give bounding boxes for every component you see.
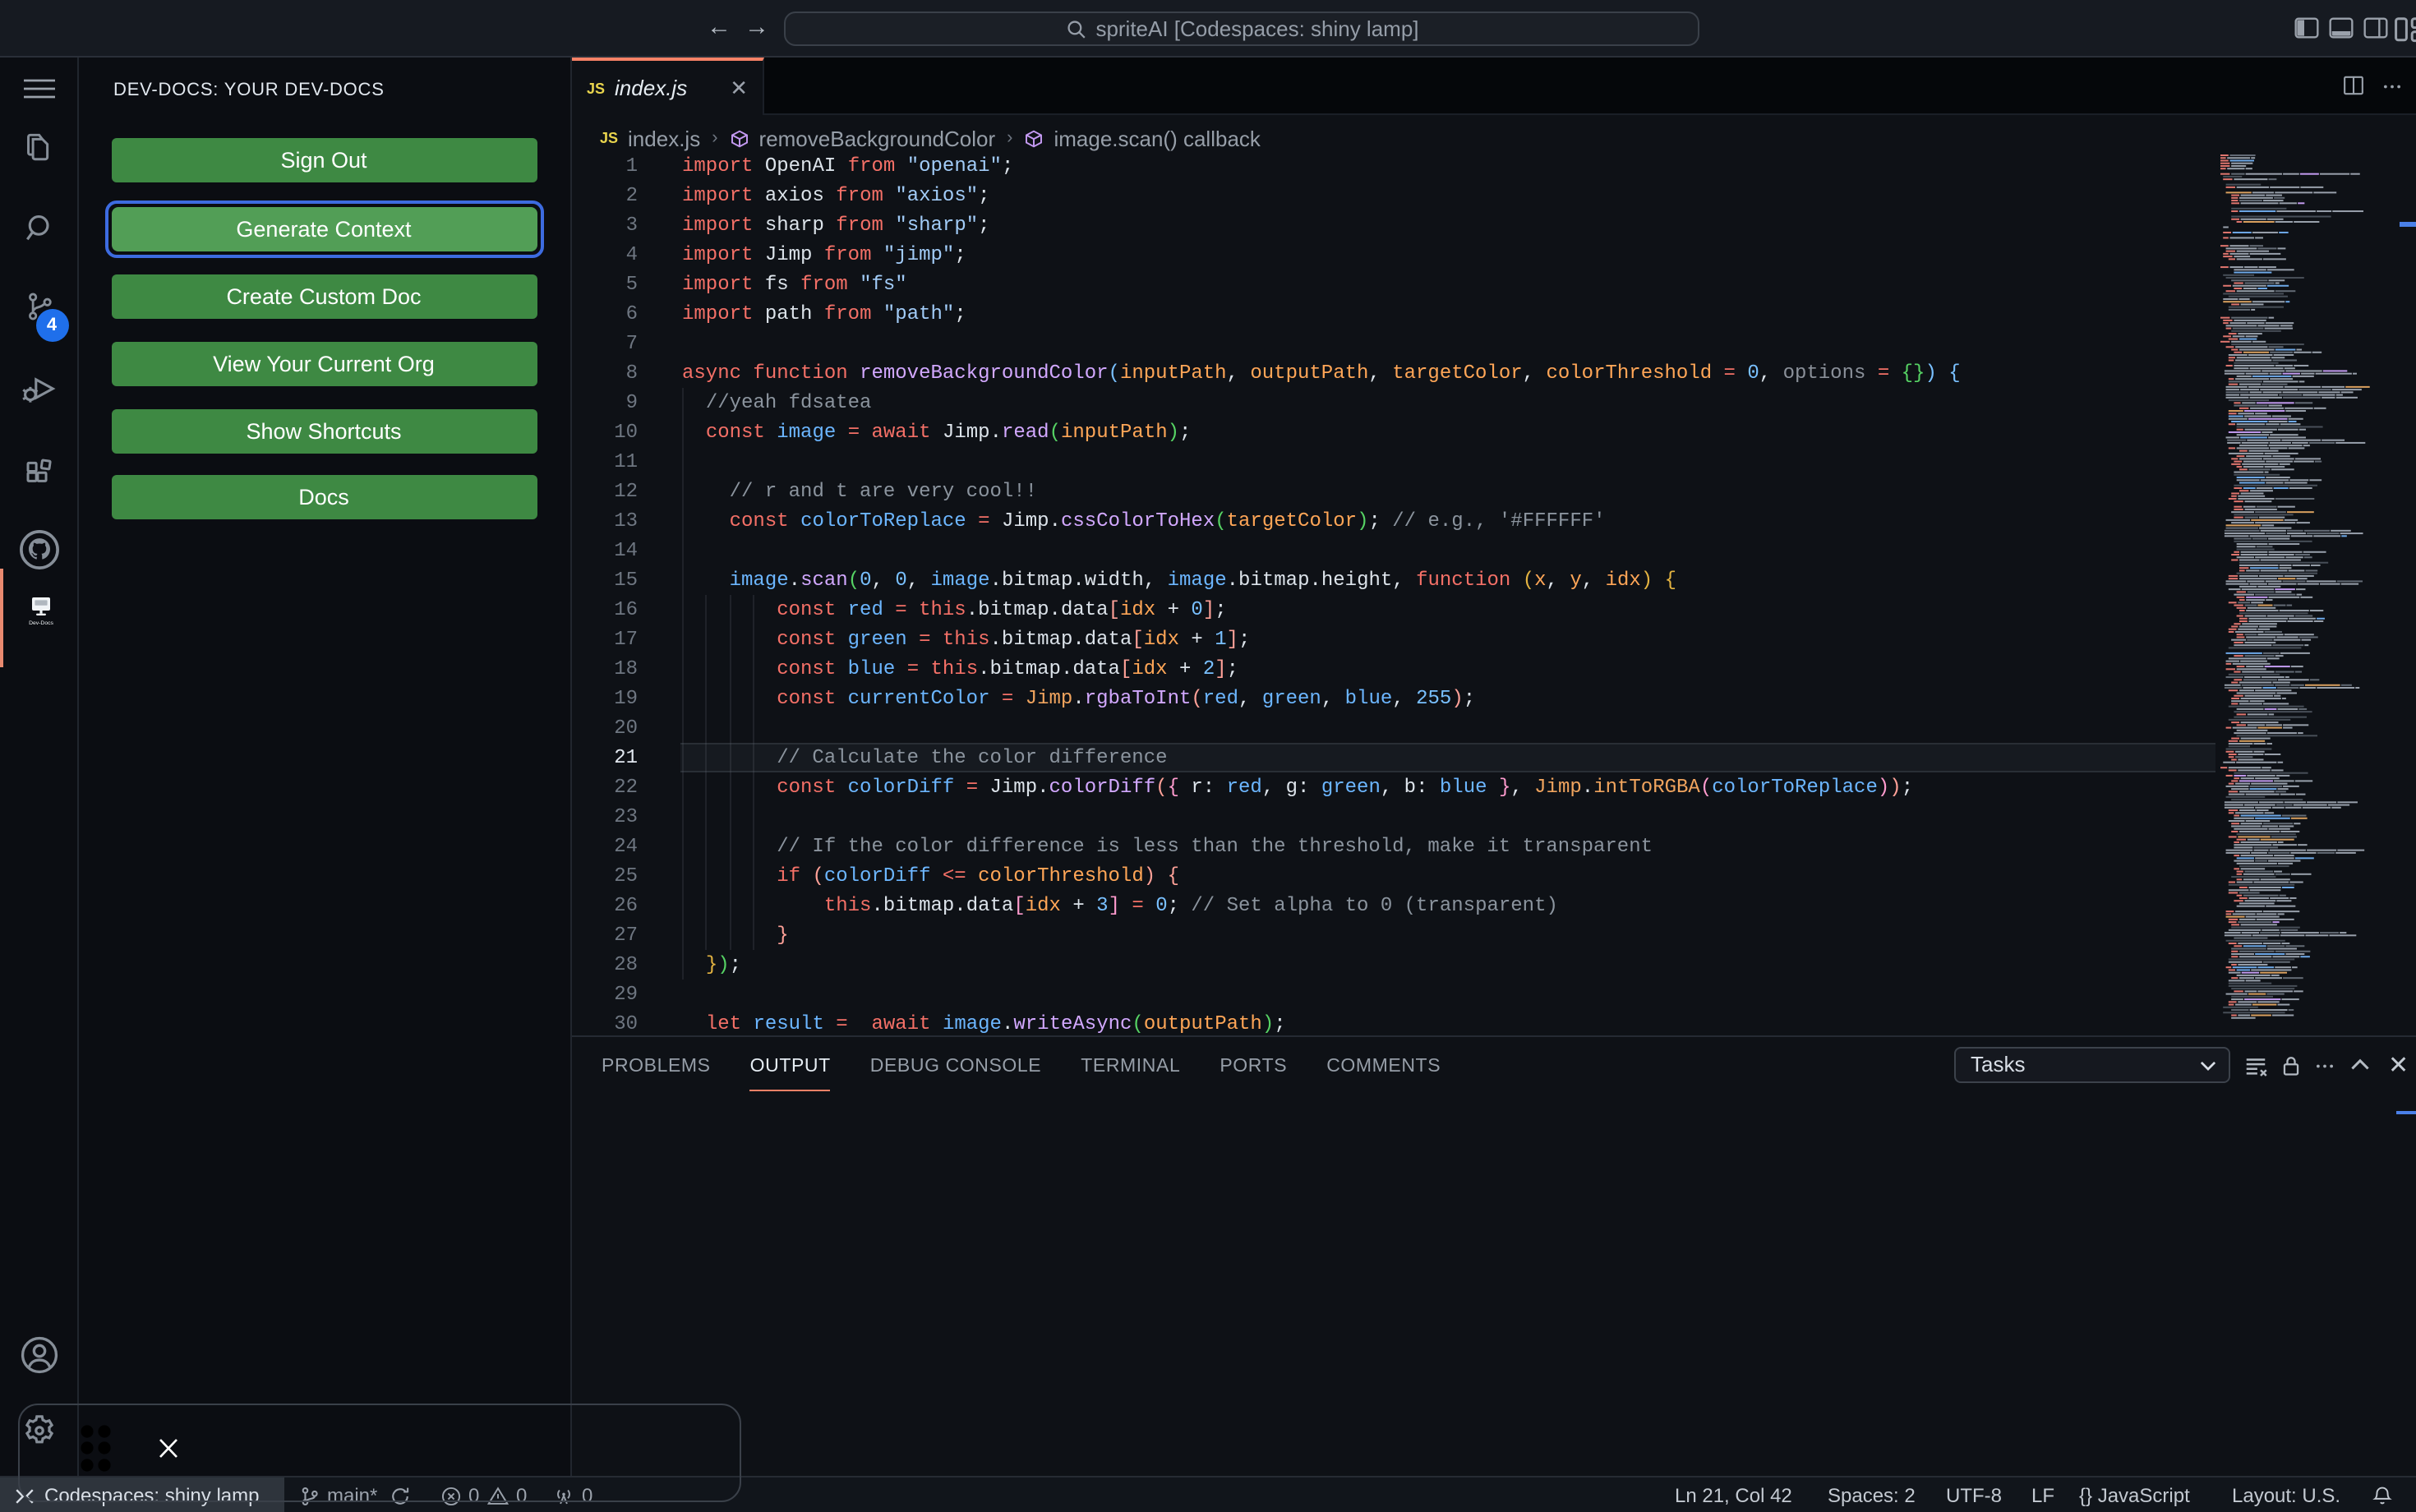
svg-text:Dev-Docs: Dev-Docs <box>29 620 53 626</box>
